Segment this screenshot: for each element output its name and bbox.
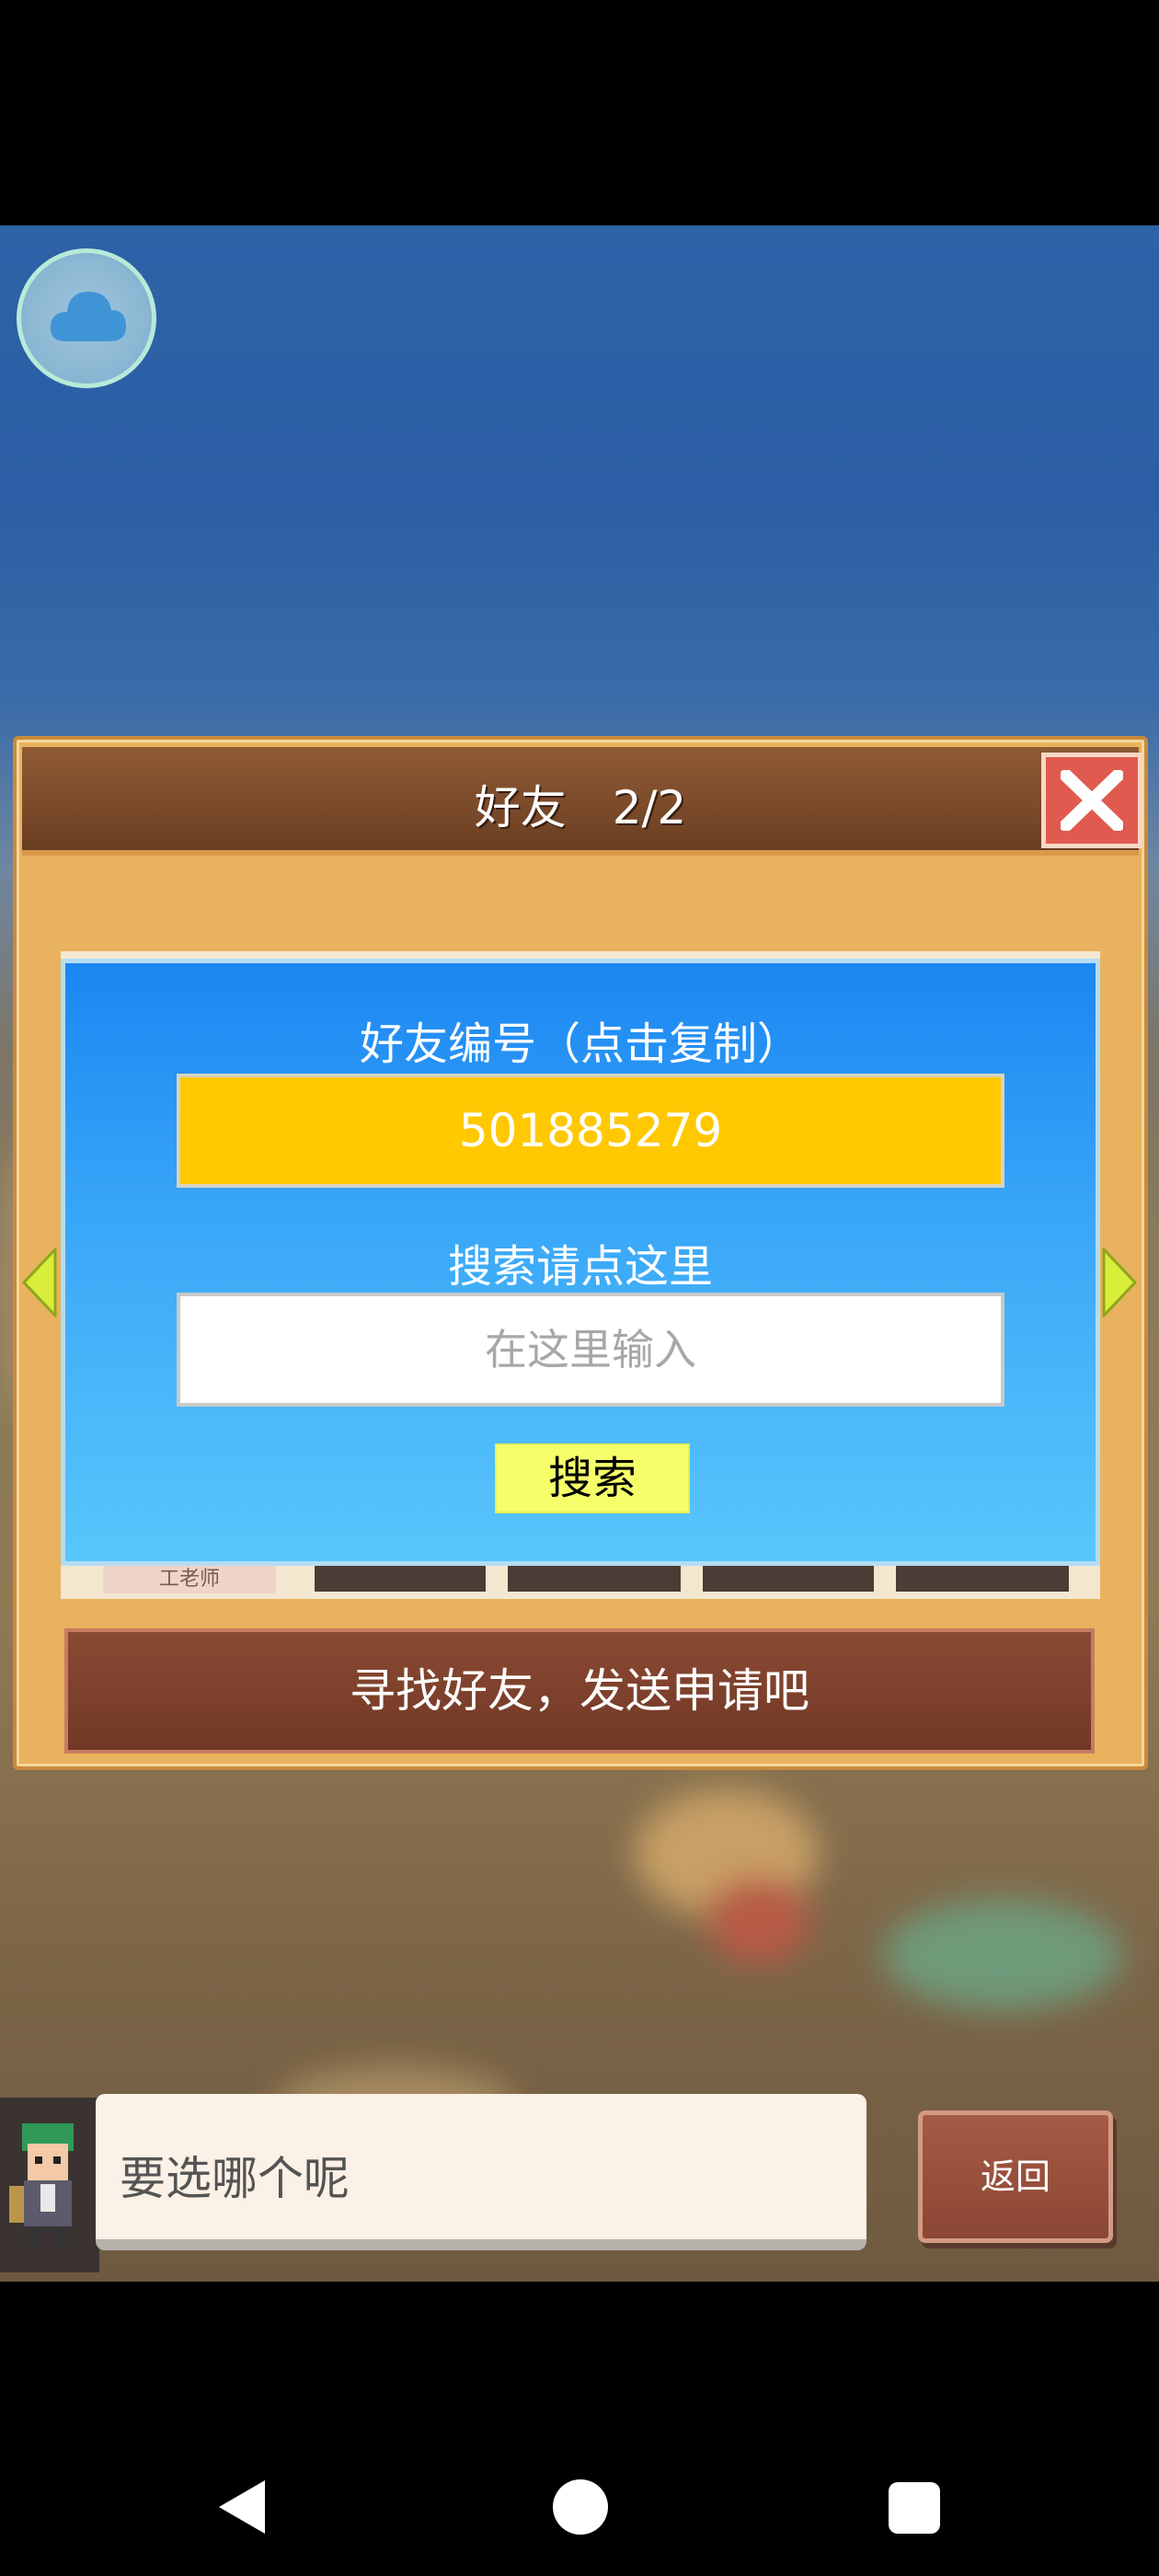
background-blob — [883, 1900, 1122, 2010]
arrow-left-icon[interactable] — [22, 1248, 57, 1317]
list-slot[interactable] — [315, 1566, 486, 1592]
list-slot[interactable] — [703, 1566, 874, 1592]
square-recents-icon[interactable] — [887, 2480, 942, 2536]
friend-id-label: 好友编号（点击复制） — [359, 1018, 801, 1070]
list-slot-label[interactable]: 工老师 — [103, 1566, 276, 1593]
arrow-right-icon[interactable] — [1102, 1248, 1137, 1317]
search-hint: 搜索请点这里 — [447, 1241, 713, 1293]
back-button[interactable]: 返回 — [918, 2110, 1113, 2243]
npc-avatar — [0, 2098, 99, 2272]
close-icon — [1061, 770, 1123, 831]
friend-id-copy-button[interactable]: 501885279 — [177, 1074, 1004, 1188]
android-navigation-bar — [0, 2282, 1159, 2576]
search-button[interactable]: 搜索 — [495, 1443, 690, 1513]
find-friends-banner: 寻找好友，发送申请吧 — [64, 1628, 1095, 1754]
search-input[interactable]: 在这里输入 — [177, 1293, 1004, 1407]
friends-dialog: 好友 2/2 好友编号（点击复制） 501885279 搜索请点这里 在这里输入… — [13, 736, 1148, 1770]
dialog-title: 好友 2/2 — [474, 781, 687, 834]
dialog-header: 好友 2/2 — [22, 747, 1142, 856]
circle-home-icon[interactable] — [552, 2478, 609, 2536]
npc-speech-bubble: 要选哪个呢 — [96, 2094, 866, 2250]
friend-search-panel: 好友编号（点击复制） 501885279 搜索请点这里 在这里输入 搜索 — [61, 959, 1100, 1566]
triangle-back-icon[interactable] — [215, 2478, 267, 2536]
background-blob — [708, 1881, 809, 1964]
cloud-save-button[interactable] — [17, 248, 156, 388]
cloud-icon — [50, 292, 126, 341]
close-button[interactable] — [1041, 753, 1142, 848]
list-slot[interactable] — [896, 1566, 1069, 1592]
friend-list-strip: 工老师 — [61, 1566, 1100, 1599]
npc-message: 要选哪个呢 — [120, 2152, 350, 2205]
list-slot[interactable] — [508, 1566, 681, 1592]
character-avatar-icon — [9, 2123, 74, 2248]
